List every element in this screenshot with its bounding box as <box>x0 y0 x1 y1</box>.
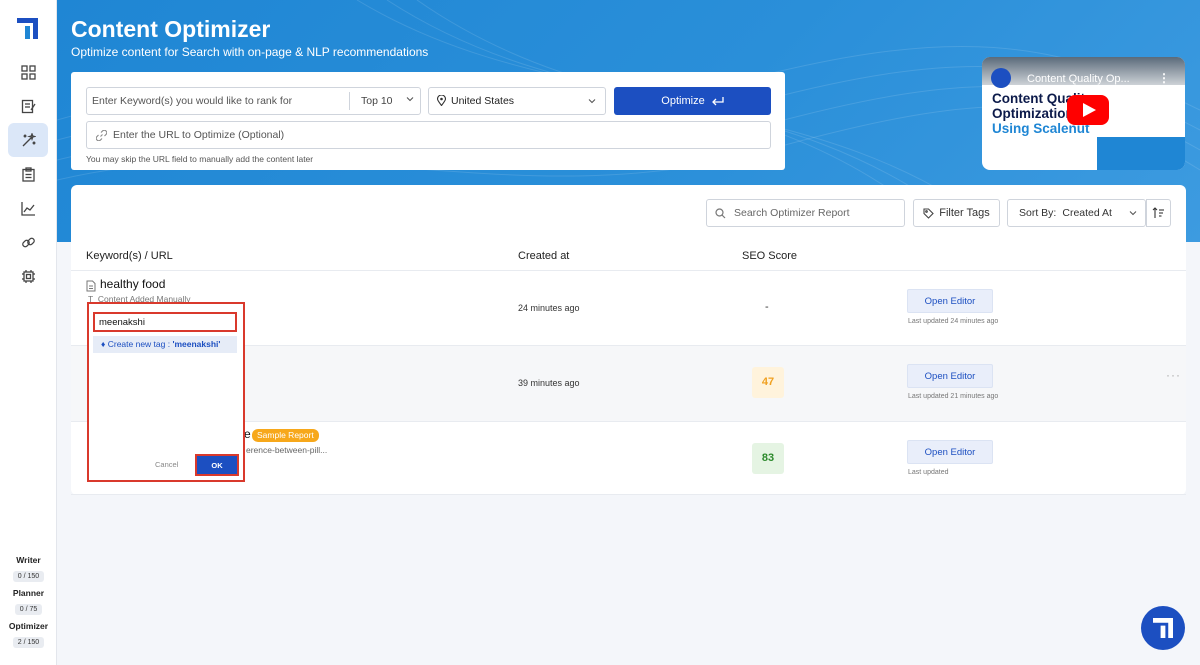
chart-icon <box>20 201 35 216</box>
column-header-score: SEO Score <box>742 250 798 262</box>
keyword-input[interactable] <box>87 88 349 114</box>
seo-score: - <box>765 301 769 313</box>
usage-optimizer: Optimizer 2 / 150 <box>0 621 57 649</box>
chevron-down-icon <box>406 97 414 102</box>
column-header-created: Created at <box>518 250 570 262</box>
open-editor-button[interactable]: Open Editor <box>907 289 993 313</box>
country-value: United States <box>451 95 515 107</box>
chip-icon <box>21 269 35 283</box>
filter-tags-label: Filter Tags <box>939 207 990 219</box>
report-url: erence-between-pill... <box>246 445 328 455</box>
sidebar-item-ai[interactable] <box>8 259 48 293</box>
page-title: Content Optimizer <box>71 16 271 42</box>
optimize-button[interactable]: Optimize <box>614 87 771 115</box>
open-editor-button[interactable]: Open Editor <box>907 440 993 464</box>
video-title: Content Quality Op... <box>1027 73 1130 85</box>
usage-value: 2 / 150 <box>12 637 45 648</box>
link-icon <box>21 237 35 247</box>
filter-tags-button[interactable]: Filter Tags <box>913 199 1000 227</box>
usage-value: 0 / 150 <box>12 571 45 582</box>
cancel-button[interactable]: Cancel <box>155 460 178 469</box>
chevron-down-icon <box>588 99 596 104</box>
clipboard-icon <box>21 166 35 182</box>
sort-descending-icon <box>1152 207 1164 218</box>
dashboard-icon <box>20 64 36 80</box>
create-tag-prefix: Create new tag : <box>107 339 173 349</box>
page-subtitle: Optimize content for Search with on-page… <box>71 45 429 59</box>
create-tag-option[interactable]: ♦ Create new tag : 'meenakshi' <box>93 336 237 353</box>
url-field <box>86 121 771 149</box>
optimize-form: Top 10 United States Optimize You may sk… <box>71 72 785 170</box>
sidebar-item-dashboard[interactable] <box>8 55 48 89</box>
create-tag-name: 'meenakshi' <box>172 339 221 349</box>
sort-direction-button[interactable] <box>1146 199 1171 227</box>
tag-input[interactable] <box>93 312 237 332</box>
tag-icon: ♦ <box>101 339 106 349</box>
link-icon <box>96 130 107 141</box>
edit-document-icon <box>21 99 36 113</box>
usage-label: Optimizer <box>8 621 49 631</box>
usage-writer: Writer 0 / 150 <box>0 555 57 583</box>
seo-score-badge: 83 <box>752 443 784 474</box>
location-pin-icon <box>437 95 446 106</box>
last-updated: Last updated <box>908 469 949 476</box>
usage-value: 0 / 75 <box>14 604 43 615</box>
keyword-field: Top 10 <box>86 87 421 115</box>
created-time: 39 minutes ago <box>518 378 580 388</box>
usage-label: Planner <box>12 588 45 598</box>
usage-label: Writer <box>16 555 41 565</box>
video-decoration <box>1097 137 1185 170</box>
top-results-select[interactable]: Top 10 <box>349 92 421 110</box>
url-input[interactable] <box>113 122 753 148</box>
last-updated: Last updated 21 minutes ago <box>908 393 999 400</box>
sidebar-item-planner[interactable] <box>8 157 48 191</box>
search-input[interactable] <box>734 200 899 226</box>
chevron-down-icon <box>1129 211 1137 216</box>
report-search <box>706 199 905 227</box>
report-keyword[interactable]: e <box>244 427 251 441</box>
tutorial-video[interactable]: Content Quality Optimization Using Scale… <box>982 57 1185 170</box>
sidebar-item-links[interactable] <box>8 225 48 259</box>
sidebar: Writer 0 / 150 Planner 0 / 75 Optimizer … <box>0 0 57 665</box>
sort-label: Sort By: <box>1019 207 1057 219</box>
channel-logo-icon <box>991 68 1011 88</box>
sort-value: Created At <box>1062 207 1112 219</box>
sample-report-badge: Sample Report <box>252 429 319 442</box>
column-header-keyword: Keyword(s) / URL <box>86 250 173 262</box>
sidebar-item-analytics[interactable] <box>8 191 48 225</box>
row-divider <box>71 494 1186 495</box>
scalenut-logo-icon <box>1153 618 1173 638</box>
optimize-label: Optimize <box>661 95 705 107</box>
sidebar-item-optimizer[interactable] <box>8 123 48 157</box>
help-chat-button[interactable] <box>1141 606 1185 650</box>
ok-button[interactable]: OK <box>195 454 239 476</box>
add-tag-popup: ♦ Create new tag : 'meenakshi' Cancel OK <box>87 302 245 482</box>
video-line-2: Optimization <box>992 106 1074 121</box>
search-icon <box>715 208 726 219</box>
sidebar-item-writer[interactable] <box>8 89 48 123</box>
last-updated: Last updated 24 minutes ago <box>908 318 999 325</box>
magic-wand-icon <box>22 132 36 146</box>
report-keyword[interactable]: healthy food <box>100 277 165 291</box>
country-select[interactable]: United States <box>428 87 606 115</box>
tag-icon <box>923 207 934 219</box>
created-time: 24 minutes ago <box>518 303 580 313</box>
document-icon <box>86 280 96 292</box>
url-hint: You may skip the URL field to manually a… <box>86 154 314 164</box>
sort-select[interactable]: Sort By: Created At <box>1007 199 1146 227</box>
enter-arrow-icon <box>711 97 724 106</box>
play-icon[interactable] <box>1067 95 1109 125</box>
open-editor-button[interactable]: Open Editor <box>907 364 993 388</box>
usage-planner: Planner 0 / 75 <box>0 588 57 616</box>
seo-score-badge: 47 <box>752 367 784 398</box>
video-more-icon[interactable]: ⋮ <box>1158 71 1170 85</box>
row-more-menu-icon[interactable]: ··· <box>1166 368 1181 382</box>
top-results-value: Top 10 <box>361 95 393 107</box>
scalenut-logo[interactable] <box>17 18 38 39</box>
